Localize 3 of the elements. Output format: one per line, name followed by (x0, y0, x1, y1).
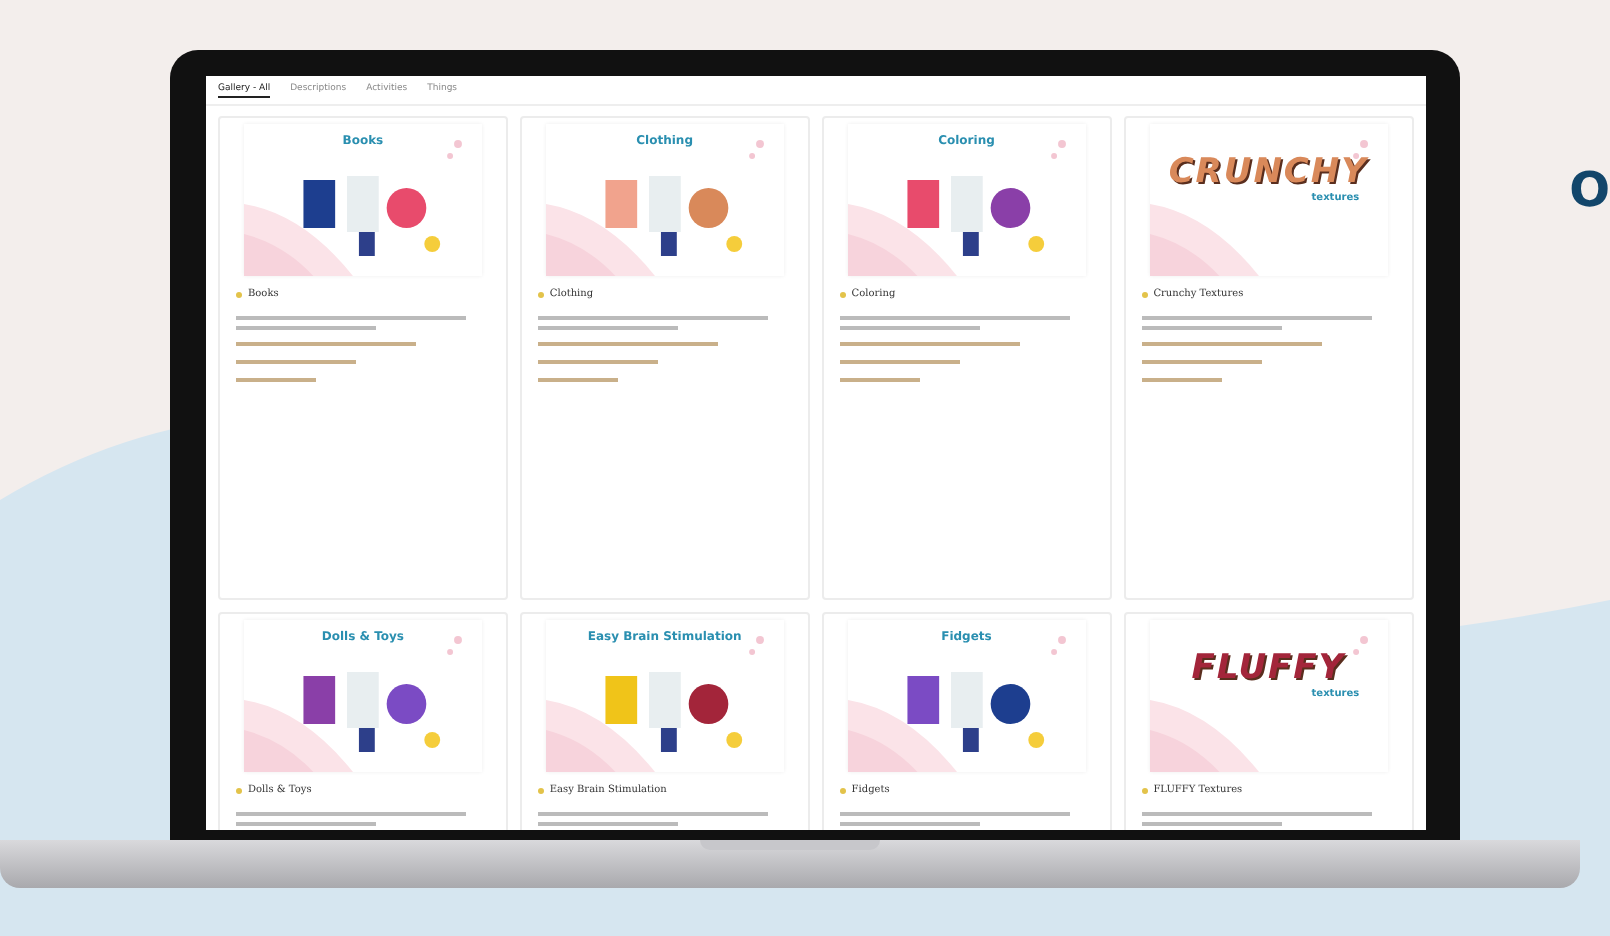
cover-title: CRUNCHY (1168, 152, 1368, 192)
cover-title: FLUFFY (1191, 648, 1346, 688)
heading-text: O (1569, 162, 1610, 218)
